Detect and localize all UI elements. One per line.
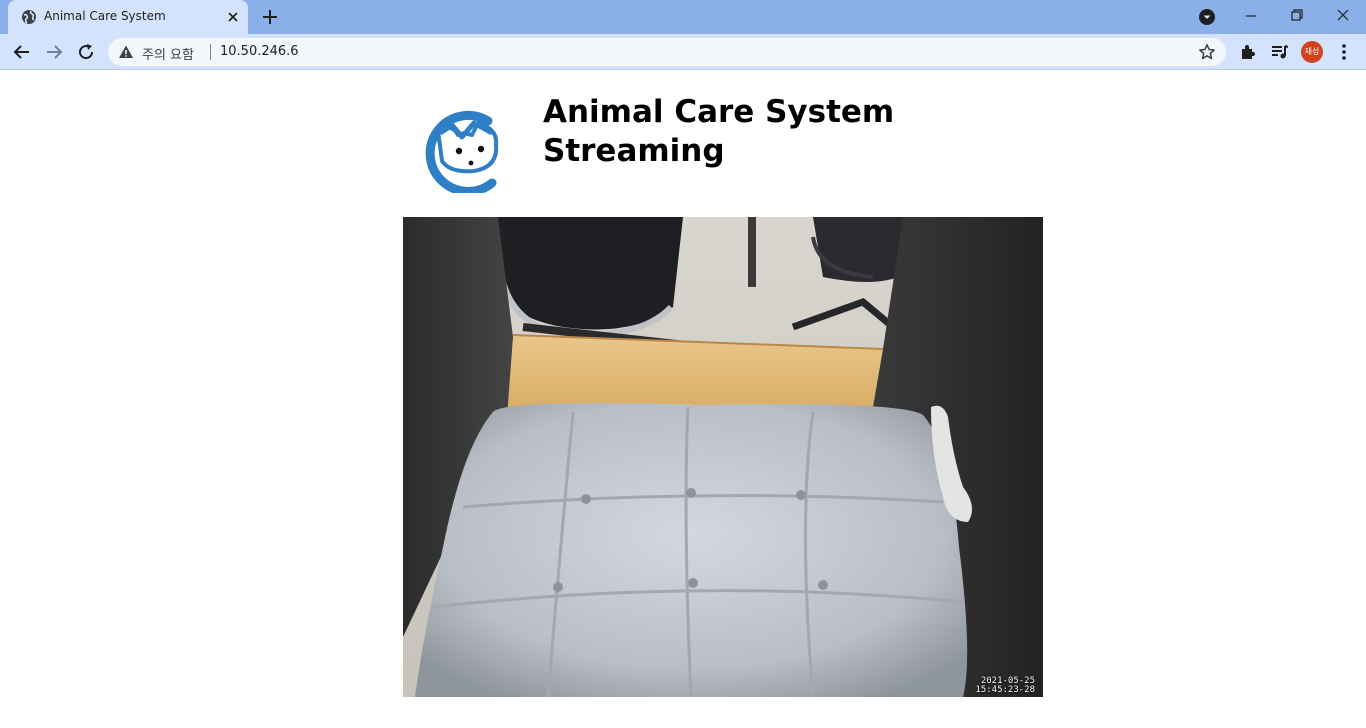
- warning-triangle-icon[interactable]: [118, 44, 134, 60]
- back-arrow-icon[interactable]: [12, 42, 32, 62]
- page-content: Animal Care System Streaming 2021-05-25 …: [0, 71, 1366, 728]
- page-title: Animal Care System Streaming: [543, 93, 963, 171]
- page-title-line2: Streaming: [543, 133, 725, 169]
- stream-timestamp: 2021-05-25 15:45:23-28: [975, 677, 1035, 695]
- camera-stream: 2021-05-25 15:45:23-28: [403, 217, 1043, 697]
- stream-frame: [403, 217, 1043, 697]
- close-icon[interactable]: [1330, 4, 1356, 28]
- forward-arrow-icon[interactable]: [44, 42, 64, 62]
- url-text[interactable]: 10.50.246.6: [220, 44, 299, 59]
- playlist-icon[interactable]: [1270, 42, 1290, 62]
- cat-logo-icon: [425, 110, 499, 193]
- browser-toolbar: 주의 요함 10.50.246.6 재성: [0, 34, 1366, 70]
- page-title-line1: Animal Care System: [543, 94, 895, 130]
- star-icon[interactable]: [1198, 43, 1216, 61]
- security-warning-label[interactable]: 주의 요함: [142, 44, 194, 63]
- close-icon[interactable]: [225, 9, 241, 25]
- browser-tab[interactable]: Animal Care System: [8, 0, 248, 34]
- minimize-icon[interactable]: [1238, 4, 1264, 28]
- globe-icon: [22, 10, 36, 24]
- kebab-menu-icon[interactable]: [1336, 42, 1352, 62]
- plus-icon[interactable]: [260, 7, 280, 27]
- tab-strip: Animal Care System: [0, 0, 1366, 34]
- reload-icon[interactable]: [76, 42, 96, 62]
- address-bar[interactable]: 주의 요함 10.50.246.6: [108, 38, 1226, 66]
- profile-avatar[interactable]: 재성: [1301, 41, 1323, 63]
- restore-icon[interactable]: [1284, 4, 1310, 28]
- puzzle-icon[interactable]: [1238, 42, 1258, 62]
- chevron-down-circle-icon[interactable]: [1198, 8, 1216, 26]
- address-separator: [210, 44, 211, 60]
- stream-time: 15:45:23-28: [975, 685, 1035, 695]
- tab-title: Animal Care System: [44, 9, 166, 23]
